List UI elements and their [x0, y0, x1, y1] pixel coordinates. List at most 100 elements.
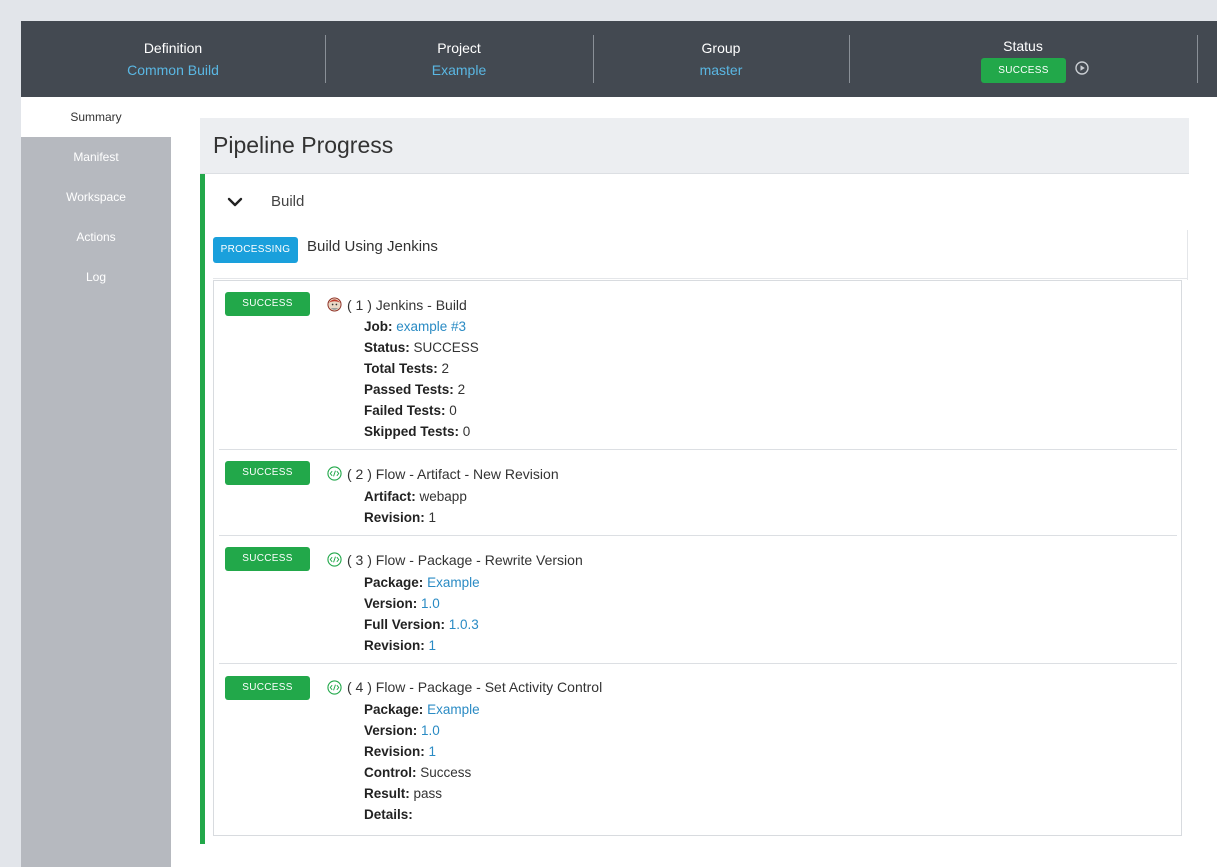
sidebar-item-manifest[interactable]: Manifest: [21, 137, 171, 177]
task-status-badge: SUCCESS: [225, 547, 310, 571]
sidebar-item-log[interactable]: Log: [21, 257, 171, 297]
status-label: Status: [1003, 38, 1043, 54]
status-badge: SUCCESS: [981, 58, 1066, 83]
task-field: Artifact: webapp: [364, 489, 467, 504]
header-divider: [325, 35, 326, 83]
task-row: SUCCESS ( 3 ) Flow - Package - Rewrite V…: [219, 536, 1177, 664]
task-title: ( 1 ) Jenkins - Build: [347, 297, 467, 313]
task-field: Details:: [364, 807, 413, 822]
stage-title: Build Using Jenkins: [307, 238, 438, 255]
task-field: Full Version: 1.0.3: [364, 617, 479, 632]
task-status-badge: SUCCESS: [225, 676, 310, 700]
job-link[interactable]: example #3: [396, 319, 466, 334]
field-key: Job:: [364, 319, 393, 334]
header-bar: Definition Common Build Project Example …: [21, 21, 1217, 97]
task-field: Result: pass: [364, 786, 442, 801]
task-title: ( 2 ) Flow - Artifact - New Revision: [347, 466, 559, 482]
task-field: Job: example #3: [364, 319, 466, 334]
header-divider: [593, 35, 594, 83]
field-value: 2: [457, 382, 466, 397]
task-field: Total Tests: 2: [364, 361, 449, 376]
field-value: 1: [428, 510, 437, 525]
group-cell: Group master: [631, 21, 811, 97]
version-link[interactable]: 1.0: [421, 596, 440, 611]
stage-status-badge: PROCESSING: [213, 237, 298, 263]
play-circle-icon[interactable]: [1075, 61, 1089, 75]
field-key: Version:: [364, 596, 418, 611]
sidebar-item-summary[interactable]: Summary: [21, 97, 171, 137]
flow-icon: [327, 680, 342, 695]
task-field: Revision: 1: [364, 510, 436, 525]
task-row: SUCCESS ( 2 ) Flow - Artifact - New Revi…: [219, 450, 1177, 536]
task-field: Package: Example: [364, 702, 480, 717]
package-link[interactable]: Example: [427, 702, 480, 717]
revision-link[interactable]: 1: [429, 744, 437, 759]
sidebar-item-actions[interactable]: Actions: [21, 217, 171, 257]
task-row: SUCCESS ( 4 ) Flow - Package - Set Activ…: [219, 664, 1177, 832]
field-value: Success: [420, 765, 472, 780]
field-value: webapp: [419, 489, 467, 504]
project-label: Project: [437, 40, 481, 56]
header-divider: [849, 35, 850, 83]
field-key: Failed Tests:: [364, 403, 446, 418]
field-key: Control:: [364, 765, 417, 780]
divider: [1187, 230, 1188, 280]
field-key: Status:: [364, 340, 410, 355]
definition-cell: Definition Common Build: [83, 21, 263, 97]
flow-icon: [327, 552, 342, 567]
task-field: Status: SUCCESS: [364, 340, 479, 355]
chevron-down-icon[interactable]: [227, 194, 243, 210]
full-version-link[interactable]: 1.0.3: [449, 617, 479, 632]
field-value: SUCCESS: [413, 340, 479, 355]
task-list: SUCCESS ( 1 ) Jenkins - Build Job: examp…: [213, 280, 1182, 836]
field-key: Version:: [364, 723, 418, 738]
task-field: Revision: 1: [364, 638, 436, 653]
app-window: Definition Common Build Project Example …: [21, 21, 1217, 867]
task-field: Version: 1.0: [364, 596, 440, 611]
task-field: Failed Tests: 0: [364, 403, 457, 418]
field-key: Revision:: [364, 510, 425, 525]
project-cell: Project Example: [369, 21, 549, 97]
field-value: 0: [462, 424, 471, 439]
task-field: Passed Tests: 2: [364, 382, 465, 397]
header-divider: [1197, 35, 1198, 83]
task-field: Skipped Tests: 0: [364, 424, 470, 439]
field-key: Revision:: [364, 744, 425, 759]
field-key: Passed Tests:: [364, 382, 454, 397]
task-field: Package: Example: [364, 575, 480, 590]
jenkins-icon: [327, 297, 342, 312]
field-value: 2: [441, 361, 450, 376]
field-key: Details:: [364, 807, 413, 822]
task-field: Version: 1.0: [364, 723, 440, 738]
task-status-badge: SUCCESS: [225, 292, 310, 316]
revision-link[interactable]: 1: [429, 638, 437, 653]
field-key: Package:: [364, 575, 424, 590]
field-key: Total Tests:: [364, 361, 438, 376]
divider: [213, 278, 1188, 279]
phase-label[interactable]: Build: [271, 193, 304, 210]
field-key: Package:: [364, 702, 424, 717]
page-title: Pipeline Progress: [213, 132, 394, 158]
definition-value[interactable]: Common Build: [83, 62, 263, 78]
field-key: Skipped Tests:: [364, 424, 460, 439]
field-key: Revision:: [364, 638, 425, 653]
group-value[interactable]: master: [631, 62, 811, 78]
task-title: ( 3 ) Flow - Package - Rewrite Version: [347, 552, 583, 568]
package-link[interactable]: Example: [427, 575, 480, 590]
field-key: Full Version:: [364, 617, 446, 632]
field-value: pass: [413, 786, 443, 801]
task-status-badge: SUCCESS: [225, 461, 310, 485]
project-value[interactable]: Example: [369, 62, 549, 78]
field-value: 0: [449, 403, 457, 418]
flow-icon: [327, 466, 342, 481]
task-row: SUCCESS ( 1 ) Jenkins - Build Job: examp…: [219, 281, 1177, 450]
phase-status-bar: [200, 174, 205, 844]
task-field: Control: Success: [364, 765, 471, 780]
task-title: ( 4 ) Flow - Package - Set Activity Cont…: [347, 679, 603, 695]
task-field: Revision: 1: [364, 744, 436, 759]
sidebar-item-workspace[interactable]: Workspace: [21, 177, 171, 217]
definition-label: Definition: [143, 40, 203, 56]
version-link[interactable]: 1.0: [421, 723, 440, 738]
sidebar: Summary Manifest Workspace Actions Log: [21, 97, 171, 867]
field-key: Artifact:: [364, 489, 416, 504]
